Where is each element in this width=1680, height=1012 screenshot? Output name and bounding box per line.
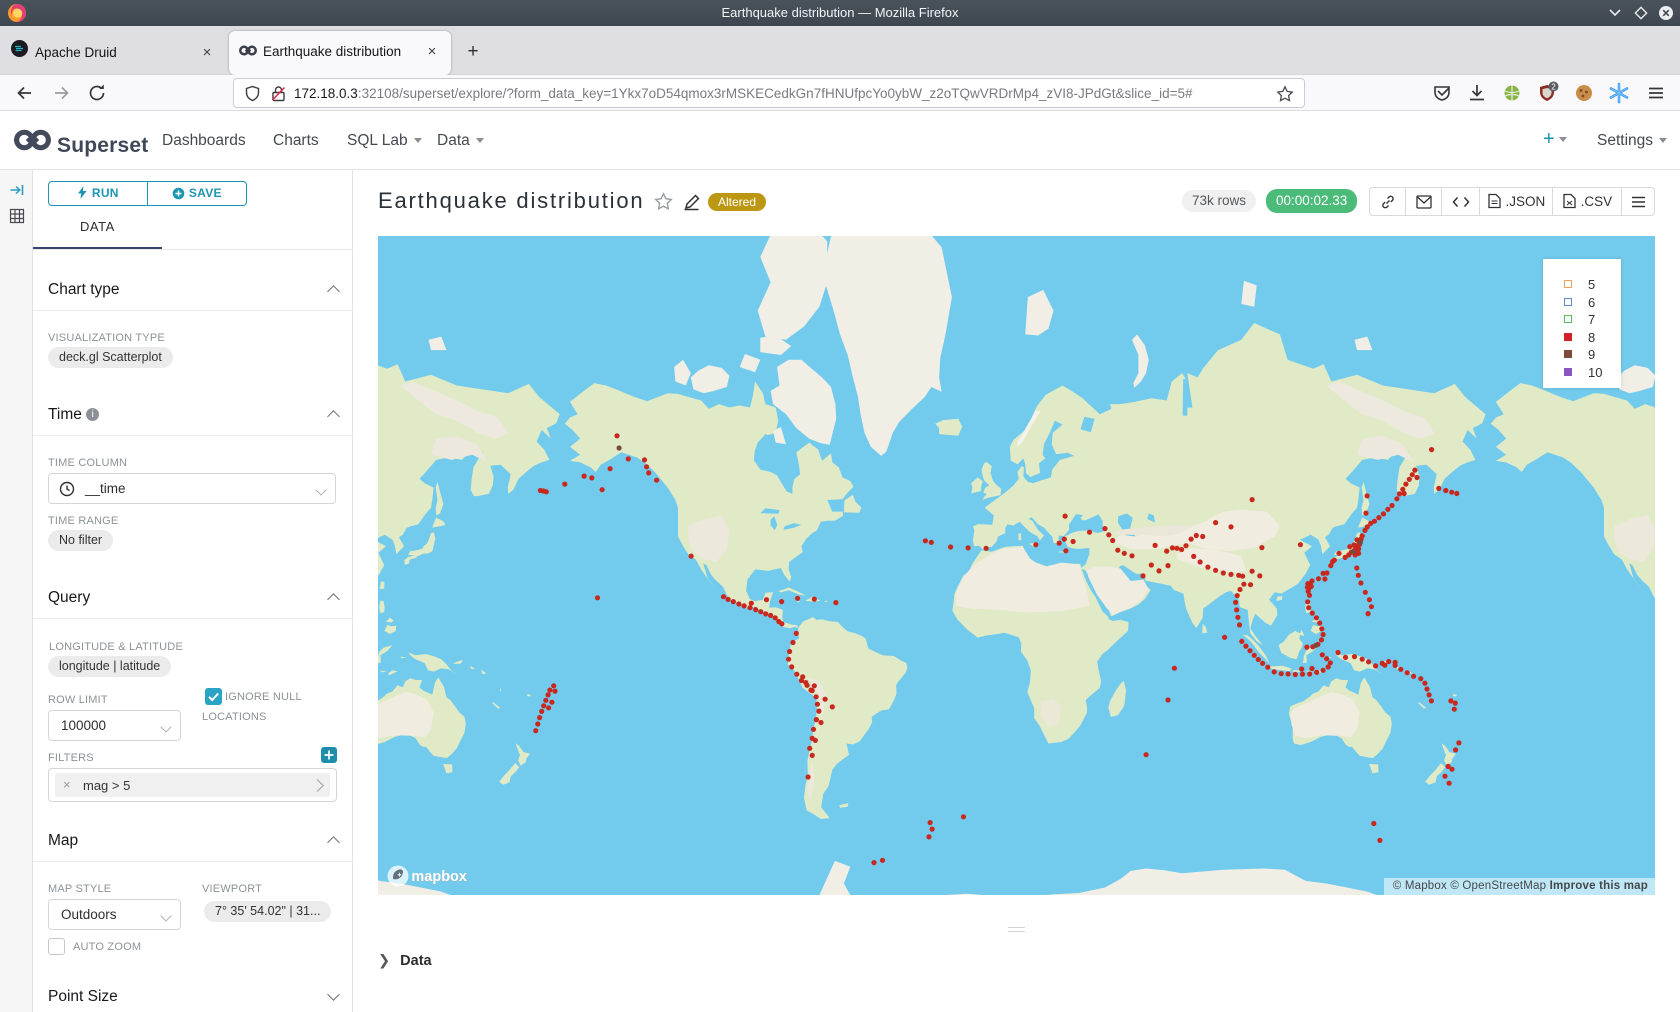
svg-text:2: 2 (1551, 83, 1556, 92)
svg-text:mapbox: mapbox (411, 869, 467, 885)
